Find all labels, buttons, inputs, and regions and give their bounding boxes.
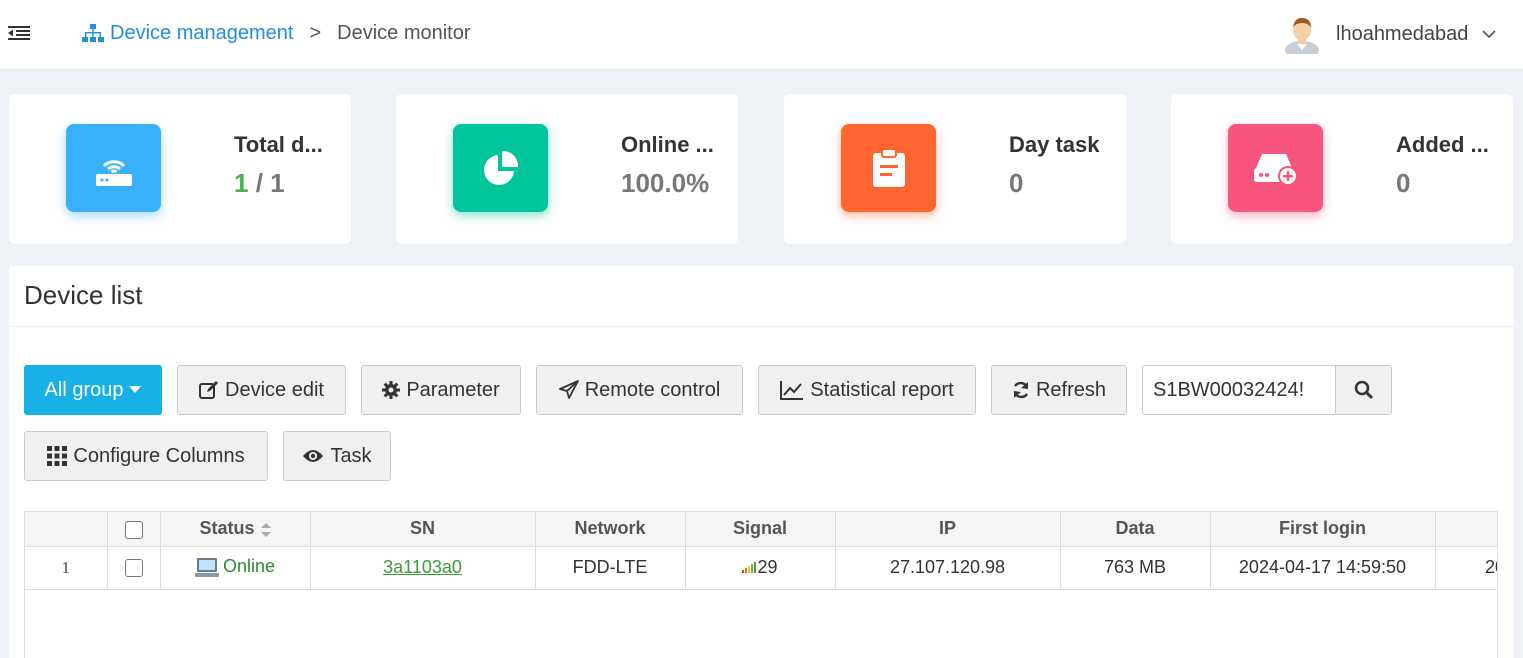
search-button[interactable]: [1335, 365, 1392, 415]
sitemap-icon: [82, 23, 104, 42]
grid-icon: [47, 446, 68, 466]
card-value: 100.0%: [621, 168, 710, 198]
pie-chart-icon: [453, 124, 548, 212]
column-header-index: [25, 512, 108, 547]
column-header-status[interactable]: Status: [160, 512, 311, 547]
column-header-select: [107, 512, 161, 547]
network-cell: FDD-LTE: [535, 546, 686, 590]
column-header-sn[interactable]: SN: [310, 512, 536, 547]
ip-cell: 27.107.120.98: [835, 546, 1061, 590]
table-row[interactable]: 1 Online 3a1103a0 FDD-LTE 29 27.107.120.…: [25, 546, 1497, 590]
refresh-button[interactable]: Refresh: [991, 365, 1127, 415]
configure-columns-button[interactable]: Configure Columns: [24, 431, 268, 481]
stat-card-total-devices: Total d... 1 / 1: [9, 94, 351, 244]
next-column-cell: 2024: [1435, 546, 1497, 590]
user-menu[interactable]: lhoahmedabad: [1284, 14, 1496, 54]
card-title: Day task: [1009, 132, 1100, 157]
device-edit-button[interactable]: Device edit: [177, 365, 346, 415]
data-cell: 763 MB: [1060, 546, 1211, 590]
row-number: 1: [25, 546, 108, 590]
row-select-cell: [107, 546, 161, 590]
breadcrumb: Device management > Device monitor: [82, 22, 471, 45]
parameter-button[interactable]: Parameter: [361, 365, 521, 415]
all-group-button[interactable]: All group: [24, 365, 162, 415]
select-all-checkbox[interactable]: [124, 520, 143, 539]
breadcrumb-parent-label: Device management: [110, 22, 294, 44]
first-login-cell: 2024-04-17 14:59:50: [1210, 546, 1436, 590]
column-header-network[interactable]: Network: [535, 512, 686, 547]
divider: [9, 326, 1514, 327]
sn-cell: 3a1103a0: [310, 546, 536, 590]
gear-icon: [382, 381, 401, 399]
card-value: 1 / 1: [234, 168, 285, 198]
table-header-row: Status SN Network Signal IP Data First l…: [25, 512, 1497, 547]
card-title: Added ...: [1396, 132, 1489, 157]
menu-toggle-icon[interactable]: [8, 24, 30, 42]
add-device-icon: [1228, 124, 1323, 212]
username: lhoahmedabad: [1336, 22, 1469, 45]
caret-down-icon: [129, 386, 142, 393]
breadcrumb-device-management[interactable]: Device management: [82, 22, 293, 45]
stat-card-online: Online ... 100.0%: [396, 94, 738, 244]
refresh-icon: [1013, 381, 1029, 399]
status-cell: Online: [160, 546, 311, 590]
signal-strength-icon: [742, 562, 757, 574]
card-title: Total d...: [234, 132, 323, 157]
breadcrumb-current: Device monitor: [337, 22, 471, 44]
row-checkbox[interactable]: [124, 559, 143, 578]
column-header-data[interactable]: Data: [1060, 512, 1211, 547]
top-header: Device management > Device monitor lhoah…: [0, 0, 1523, 70]
card-value: 0: [1396, 168, 1411, 198]
panel-title: Device list: [24, 280, 143, 310]
column-header-ip[interactable]: IP: [835, 512, 1061, 547]
signal-cell: 29: [685, 546, 836, 590]
clipboard-icon: [841, 124, 936, 212]
card-value: 0: [1009, 168, 1024, 198]
sn-link[interactable]: 3a1103a0: [383, 557, 462, 577]
column-header-signal[interactable]: Signal: [685, 512, 836, 547]
statistical-report-button[interactable]: Statistical report: [758, 365, 976, 415]
paper-plane-icon: [558, 380, 579, 399]
column-header-first-login[interactable]: First login: [1210, 512, 1436, 547]
sort-icon: [260, 522, 271, 537]
column-header-next: [1435, 512, 1497, 547]
stat-card-added: Added ... 0: [1171, 94, 1513, 244]
remote-control-button[interactable]: Remote control: [536, 365, 743, 415]
avatar: [1285, 18, 1319, 54]
computer-icon: [194, 557, 219, 577]
edit-icon: [199, 381, 219, 399]
search-input[interactable]: [1142, 365, 1336, 415]
chevron-down-icon: [1482, 30, 1496, 39]
card-title: Online ...: [621, 132, 714, 157]
line-chart-icon: [780, 381, 804, 400]
task-button[interactable]: Task: [283, 431, 391, 481]
status-label: Online: [222, 556, 276, 577]
eye-icon: [303, 450, 324, 462]
router-wifi-icon: [66, 124, 161, 212]
stat-card-day-task: Day task 0: [784, 94, 1126, 244]
breadcrumb-separator: >: [309, 22, 322, 44]
device-table: Status SN Network Signal IP Data First l…: [24, 511, 1498, 658]
search-icon: [1354, 380, 1373, 400]
device-list-panel: Device list All group Device edit Parame…: [9, 266, 1514, 658]
signal-value: 29: [757, 557, 778, 577]
